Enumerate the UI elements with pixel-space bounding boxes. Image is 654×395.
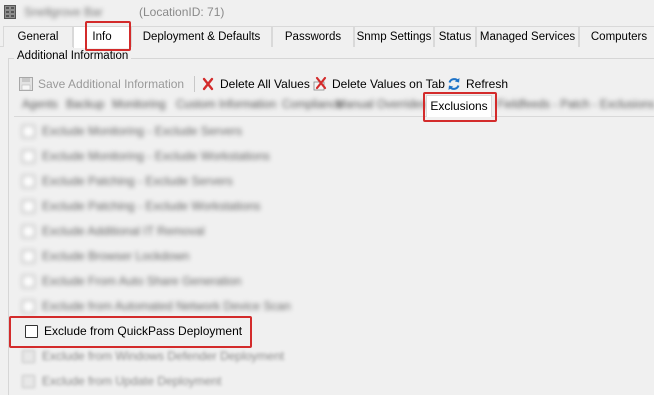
refresh-icon bbox=[448, 78, 460, 90]
tab-passwords[interactable]: Passwords bbox=[272, 26, 354, 47]
checkbox[interactable] bbox=[22, 225, 35, 238]
option-label: Exclude Patching - Exclude Servers bbox=[42, 174, 233, 188]
tab-status[interactable]: Status bbox=[434, 26, 476, 47]
delete-tab-icon bbox=[313, 76, 327, 91]
save-label: Save Additional Information bbox=[38, 77, 185, 91]
main-tab-strip: General Info Deployment & Defaults Passw… bbox=[0, 26, 654, 48]
tab-deployment-defaults[interactable]: Deployment & Defaults bbox=[131, 26, 272, 47]
checkbox[interactable] bbox=[22, 250, 35, 263]
tab-info[interactable]: Info bbox=[73, 26, 131, 48]
tab-computers[interactable]: Computers bbox=[579, 26, 654, 47]
checkbox[interactable] bbox=[22, 175, 35, 188]
location-id-label: (LocationID: 71) bbox=[139, 5, 225, 19]
delete-tab-label: Delete Values on Tab bbox=[332, 77, 445, 91]
toolbar-separator bbox=[194, 76, 195, 92]
exclude-quickpass-checkbox[interactable] bbox=[25, 325, 38, 338]
tab-managed-services[interactable]: Managed Services bbox=[476, 26, 579, 47]
checkbox[interactable] bbox=[22, 200, 35, 213]
subtab-blurred[interactable]: Backup bbox=[66, 99, 104, 111]
app-icon bbox=[4, 5, 16, 19]
checkbox[interactable] bbox=[22, 125, 35, 138]
subtab-blurred[interactable]: Manual Overrides bbox=[336, 99, 427, 111]
tab-snmp-settings[interactable]: Snmp Settings bbox=[354, 26, 434, 47]
option-label: Exclude Additional IT Removal bbox=[42, 224, 205, 238]
subtab-blurred[interactable]: Agents bbox=[22, 99, 58, 111]
subtab-blurred[interactable]: Compliance bbox=[282, 99, 343, 111]
group-label: Additional Information bbox=[14, 50, 132, 62]
checkbox[interactable] bbox=[22, 375, 35, 388]
checkbox[interactable] bbox=[22, 350, 35, 363]
checkbox[interactable] bbox=[22, 300, 35, 313]
subtab-blurred[interactable]: Custom Information bbox=[176, 99, 276, 111]
option-label: Exclude From Auto Share Generation bbox=[42, 274, 242, 288]
subtab-baseline bbox=[14, 116, 654, 117]
option-label: Exclude from Windows Defender Deployment bbox=[42, 349, 285, 363]
tab-general[interactable]: General bbox=[3, 26, 73, 47]
option-label: Exclude Monitoring - Exclude Servers bbox=[42, 124, 243, 138]
option-label: Exclude Browser Lockdown bbox=[42, 249, 190, 263]
checkbox[interactable] bbox=[22, 275, 35, 288]
save-icon bbox=[19, 77, 33, 91]
option-label: Exclude from Automated Network Device Sc… bbox=[42, 299, 291, 313]
option-label: Exclude Monitoring - Exclude Workstation… bbox=[42, 149, 270, 163]
window-title-blurred: Snellgrove Bar bbox=[24, 5, 103, 19]
subtab-blurred[interactable]: Fieldfeeds - Patch - Exclusions bbox=[497, 99, 654, 111]
delete-all-label: Delete All Values bbox=[220, 77, 310, 91]
option-label: Exclude from Update Deployment bbox=[42, 374, 222, 388]
option-label: Exclude Patching - Exclude Workstations bbox=[42, 199, 261, 213]
refresh-label: Refresh bbox=[466, 77, 509, 91]
subtab-exclusions[interactable]: Exclusions bbox=[426, 95, 492, 117]
subtab-blurred[interactable]: Monitoring bbox=[112, 99, 166, 111]
exclude-quickpass-label: Exclude from QuickPass Deployment bbox=[44, 324, 243, 338]
delete-x-icon bbox=[202, 77, 214, 91]
checkbox[interactable] bbox=[22, 150, 35, 163]
